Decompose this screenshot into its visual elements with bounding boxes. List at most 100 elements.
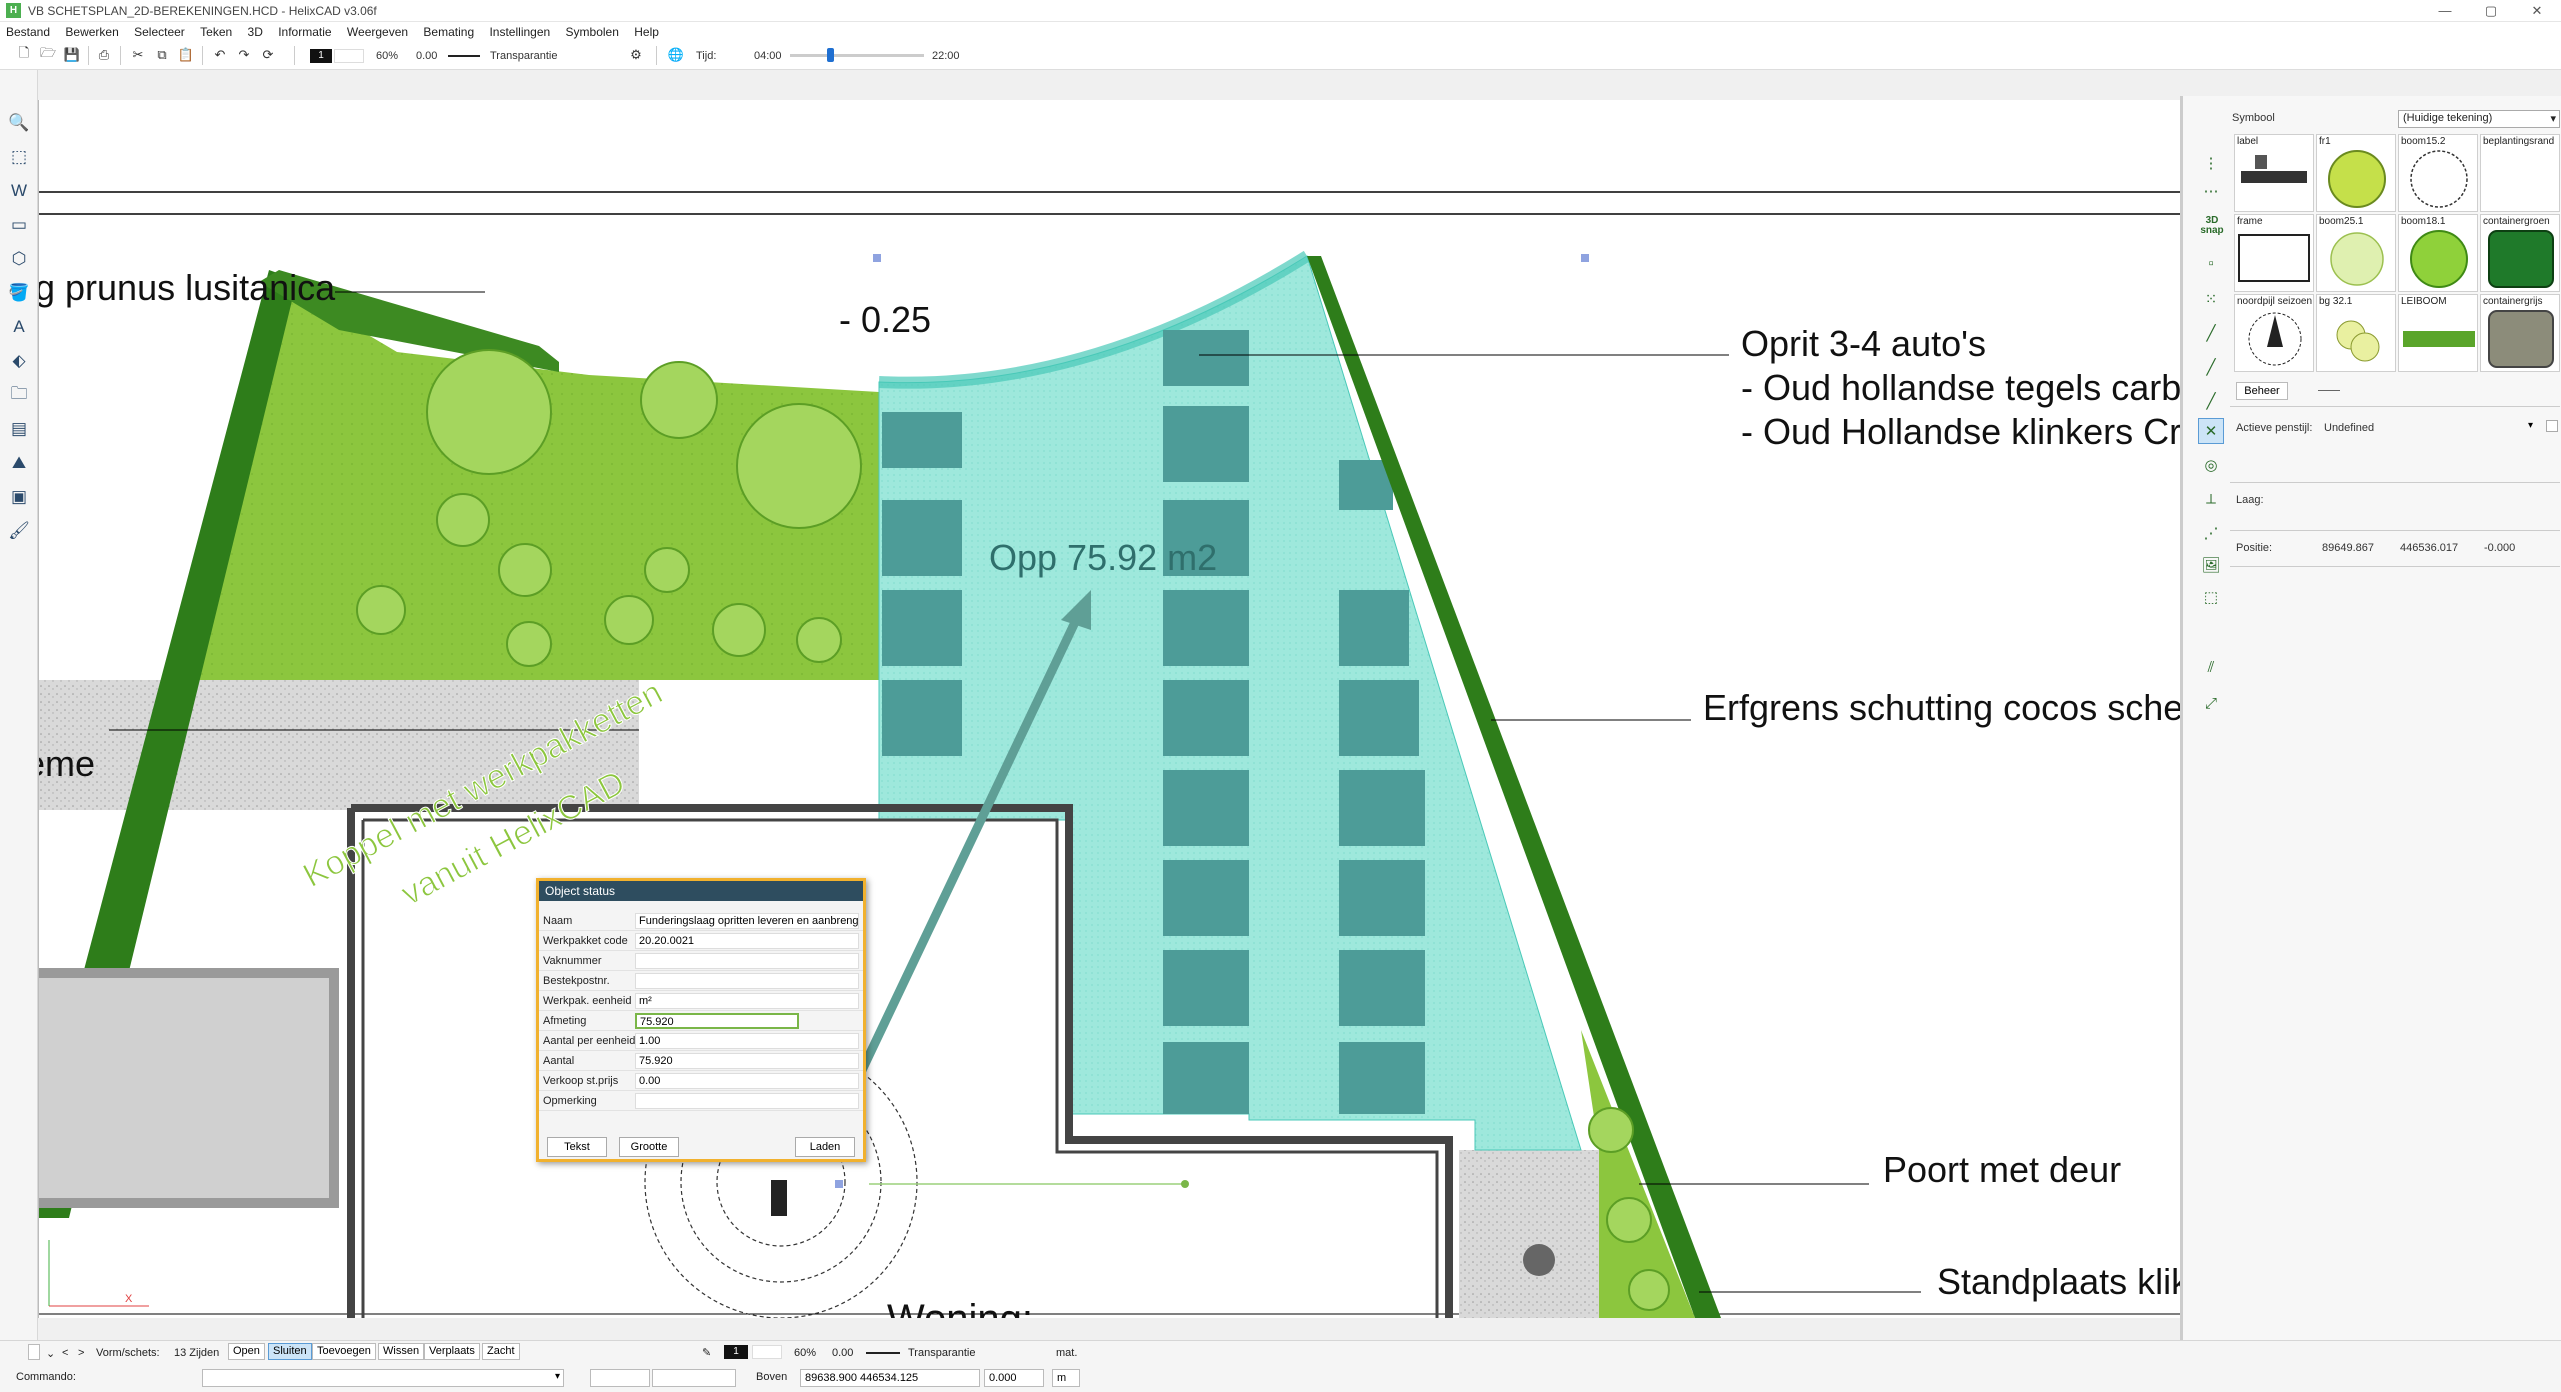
symbol-cell[interactable]: LEIBOOM [2398, 294, 2478, 372]
afmeting-field[interactable]: 75.920 [635, 1013, 799, 1029]
add-point-button[interactable]: Toevoegen [312, 1343, 376, 1360]
drawing-canvas[interactable]: g prunus lusitanica - 0.25 Oprit 3-4 aut… [38, 100, 2180, 1318]
maximize-button[interactable]: ▢ [2468, 0, 2514, 22]
3d-snap-toggle[interactable]: 3D snap [2200, 216, 2224, 236]
opmerking-field[interactable] [635, 1093, 859, 1109]
cube-icon[interactable]: ⬡ [6, 246, 32, 272]
grootte-button[interactable]: Grootte [619, 1137, 679, 1157]
line-snap-icon[interactable]: ╱ [2198, 388, 2224, 414]
symbol-source-select[interactable]: (Huidige tekening) ▾ [2398, 110, 2560, 128]
line-width-value[interactable]: 0.00 [832, 1347, 853, 1359]
beheer-button[interactable]: Beheer [2236, 382, 2288, 400]
z-field[interactable]: 0.000 [984, 1369, 1044, 1387]
close-button[interactable]: ✕ [2514, 0, 2560, 22]
cut-icon[interactable]: ✂ [130, 47, 146, 63]
werkpak-eenheid-field[interactable]: m² [635, 993, 859, 1009]
symbol-cell[interactable]: containergrijs [2480, 294, 2560, 372]
time-slider-track[interactable] [790, 54, 924, 57]
blank-field[interactable] [652, 1369, 736, 1387]
hatch-icon[interactable]: ▤ [6, 416, 32, 442]
opacity-value[interactable]: 60% [794, 1347, 816, 1359]
symbol-cell[interactable]: noordpijl seizoen [2234, 294, 2314, 372]
select-rectangle-icon[interactable]: ⬚ [6, 144, 32, 170]
symbol-cell[interactable]: boom25.1 [2316, 214, 2396, 292]
perpendicular-snap-icon[interactable]: ⟂ [2198, 486, 2224, 512]
line-snap-icon[interactable]: ╱ [2198, 354, 2224, 380]
chevron-down-icon[interactable]: ⌄ [46, 1347, 55, 1360]
brush-icon[interactable]: 🖌 [6, 518, 32, 544]
nearest-snap-icon[interactable]: ⋰ [2198, 520, 2224, 546]
globe-icon[interactable]: 🌐 [668, 47, 684, 63]
view-label[interactable]: Boven [756, 1371, 787, 1383]
naam-field[interactable]: Funderingslaag opritten leveren en aanbr… [635, 913, 859, 929]
symbol-cell[interactable]: beplantingsrand [2480, 134, 2560, 212]
unit-field[interactable]: m [1052, 1369, 1080, 1387]
redo-icon[interactable]: ↷ [236, 47, 252, 63]
chevron-down-icon[interactable]: ▾ [2528, 420, 2542, 434]
image-icon[interactable]: 🖼 [2198, 552, 2224, 578]
layer-number-box[interactable]: 1 [310, 49, 332, 63]
terrain-icon[interactable]: ⛰ [6, 450, 32, 476]
color-swatch[interactable] [334, 49, 364, 63]
smooth-button[interactable]: Zacht [482, 1343, 520, 1360]
grid-icon[interactable]: ⋯ [2198, 178, 2224, 204]
aantal-field[interactable]: 75.920 [635, 1053, 859, 1069]
symbol-cell[interactable]: label [2234, 134, 2314, 212]
move-point-button[interactable]: Verplaats [424, 1343, 480, 1360]
layout-icon[interactable]: ▣ [6, 484, 32, 510]
line-style-preview[interactable] [448, 55, 480, 57]
menu-item-teken[interactable]: Teken [194, 22, 238, 39]
gear-icon[interactable]: ⚙ [628, 47, 644, 63]
parallel-snap-icon[interactable]: ⫽ [2198, 654, 2224, 680]
delete-point-button[interactable]: Wissen [378, 1343, 425, 1360]
transparency-label[interactable]: Transparantie [908, 1347, 975, 1359]
blank-field[interactable] [590, 1369, 650, 1387]
zoom-icon[interactable]: 🔍 [6, 110, 32, 136]
menu-item-instellingen[interactable]: Instellingen [483, 22, 556, 39]
chevron-right-icon[interactable]: > [78, 1347, 84, 1359]
menu-item-selecteer[interactable]: Selecteer [128, 22, 191, 39]
layer-number-box[interactable]: 1 [724, 1345, 748, 1359]
undo-icon[interactable]: ↶ [212, 47, 228, 63]
snap-icon[interactable]: ⋮ [2198, 150, 2224, 176]
intersection-snap-icon[interactable]: ✕ [2198, 418, 2224, 444]
color-swatch[interactable] [752, 1345, 782, 1359]
shapes-icon[interactable]: ⬖ [6, 348, 32, 374]
close-shape-button[interactable]: Sluiten [268, 1343, 312, 1360]
symbol-cell[interactable]: boom18.1 [2398, 214, 2478, 292]
menu-item-bewerken[interactable]: Bewerken [59, 22, 124, 39]
pen-color-swatch[interactable] [2546, 420, 2558, 432]
symbol-cell[interactable]: frame [2234, 214, 2314, 292]
transparency-label[interactable]: Transparantie [490, 50, 557, 62]
copy-icon[interactable]: ⧉ [154, 47, 170, 63]
aantal-per-eenheid-field[interactable]: 1.00 [635, 1033, 859, 1049]
save-icon[interactable]: 💾 [64, 47, 80, 63]
command-input[interactable]: ▾ [202, 1369, 564, 1387]
point-snap-icon[interactable]: ▫ [2198, 250, 2224, 276]
menu-item-symbolen[interactable]: Symbolen [560, 22, 625, 39]
open-folder-icon[interactable]: 🗁 [40, 45, 56, 63]
opacity-value[interactable]: 60% [376, 50, 398, 62]
new-file-icon[interactable]: 🗋 [16, 45, 32, 63]
paste-icon[interactable]: 📋 [178, 47, 194, 63]
menu-item-informatie[interactable]: Informatie [272, 22, 337, 39]
bounding-box-icon[interactable]: ⬚ [2198, 584, 2224, 610]
time-slider-thumb[interactable] [827, 48, 835, 62]
open-shape-button[interactable]: Open [228, 1343, 265, 1360]
rectangle-icon[interactable]: ▭ [6, 212, 32, 238]
paint-bucket-icon[interactable]: 🪣 [6, 280, 32, 306]
line-snap-icon[interactable]: ╱ [2198, 320, 2224, 346]
chevron-left-icon[interactable]: < [62, 1347, 68, 1359]
menu-item-bemating[interactable]: Bemating [417, 22, 480, 39]
coordinates-field[interactable]: 89638.900 446534.125 [800, 1369, 980, 1387]
center-snap-icon[interactable]: ◎ [2198, 452, 2224, 478]
active-pen-value[interactable]: Undefined [2324, 422, 2374, 434]
checkbox[interactable] [28, 1344, 40, 1360]
menu-item-bestand[interactable]: Bestand [0, 22, 56, 39]
tangent-snap-icon[interactable]: ⤢ [2198, 690, 2224, 716]
refresh-icon[interactable]: ⟳ [260, 47, 276, 63]
print-icon[interactable]: ⎙ [96, 47, 112, 63]
tekst-button[interactable]: Tekst [547, 1137, 607, 1157]
vaknummer-field[interactable] [635, 953, 859, 969]
polyline-icon[interactable]: W [6, 178, 32, 204]
